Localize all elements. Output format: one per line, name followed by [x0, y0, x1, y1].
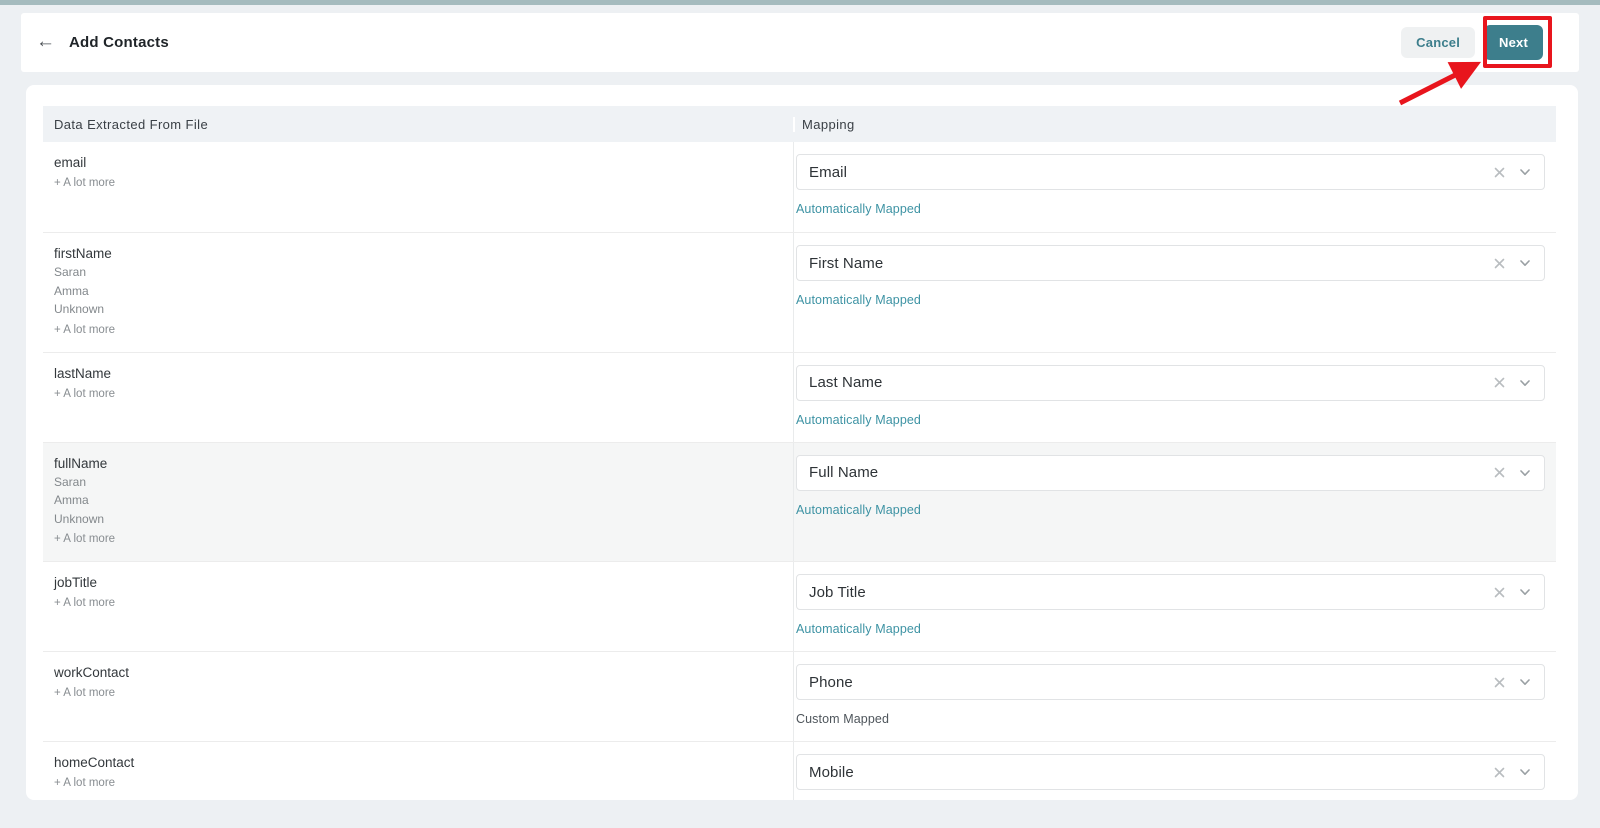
mapping-select-value: First Name: [809, 254, 884, 272]
mapping-status: Automatically Mapped: [796, 622, 921, 636]
mapping-select[interactable]: Email: [796, 154, 1545, 190]
mapping-select[interactable]: First Name: [796, 245, 1545, 281]
sample-value: Saran: [54, 474, 87, 489]
mapping-cell: Mobile Custom Mapped: [793, 742, 1556, 800]
more-values-link[interactable]: + A lot more: [54, 531, 793, 547]
data-extracted-cell: jobTitle + A lot more: [43, 562, 793, 651]
mapping-select[interactable]: Full Name: [796, 454, 1545, 491]
mapping-cell: First Name Automatically Mapped: [793, 233, 1556, 352]
table-header-row: Data Extracted From File Mapping: [43, 106, 1556, 142]
field-name: firstName: [54, 246, 112, 261]
sample-values: Saran Amma Unknown: [54, 474, 793, 529]
clear-icon[interactable]: [1493, 166, 1506, 179]
header-actions: Cancel Next: [1401, 25, 1543, 60]
more-values-link[interactable]: + A lot more: [54, 175, 793, 191]
chevron-down-icon[interactable]: [1518, 585, 1532, 599]
field-name: lastName: [54, 365, 112, 381]
table-row: firstName Saran Amma Unknown + A lot more …: [43, 232, 1556, 352]
clear-icon[interactable]: [1493, 257, 1506, 270]
mapping-status: Automatically Mapped: [796, 293, 921, 307]
data-extracted-cell: lastName + A lot more: [43, 353, 793, 442]
more-values-link[interactable]: + A lot more: [54, 595, 793, 611]
chevron-down-icon[interactable]: [1518, 466, 1532, 480]
table-row: workContact + A lot more Phone Custom Ma…: [43, 651, 1556, 741]
column-header-mapping: Mapping: [793, 116, 1556, 132]
field-name: email: [54, 155, 87, 170]
cancel-button[interactable]: Cancel: [1401, 27, 1476, 58]
clear-icon[interactable]: [1493, 766, 1506, 779]
mapping-status: Automatically Mapped: [796, 502, 921, 517]
mapping-table: Data Extracted From File Mapping email +…: [43, 106, 1556, 800]
mapping-select-value: Job Title: [809, 583, 866, 601]
mapping-status: Automatically Mapped: [796, 412, 921, 427]
mapping-select-value: Full Name: [809, 464, 879, 481]
data-extracted-cell: firstName Saran Amma Unknown + A lot more: [43, 233, 793, 352]
more-values-link[interactable]: + A lot more: [54, 386, 793, 402]
table-row: jobTitle + A lot more Job Title Automati…: [43, 561, 1556, 651]
clear-icon[interactable]: [1493, 376, 1506, 389]
chevron-down-icon[interactable]: [1518, 376, 1532, 390]
mapping-select-value: Phone: [809, 673, 853, 691]
sample-value: Amma: [54, 493, 89, 507]
mapping-select-value: Mobile: [809, 763, 854, 781]
table-row: email + A lot more Email Automatically M…: [43, 142, 1556, 232]
mapping-status: Custom Mapped: [796, 712, 890, 726]
data-extracted-cell: fullName Saran Amma Unknown + A lot more: [43, 443, 793, 562]
header-bar: ← Add Contacts Cancel Next: [21, 13, 1579, 72]
sample-values: Saran Amma Unknown: [54, 264, 793, 319]
next-button[interactable]: Next: [1484, 25, 1543, 60]
mapping-select[interactable]: Mobile: [796, 754, 1545, 790]
mapping-cell: Phone Custom Mapped: [793, 652, 1556, 741]
data-extracted-cell: homeContact + A lot more: [43, 742, 793, 800]
data-extracted-cell: workContact + A lot more: [43, 652, 793, 741]
back-arrow-icon[interactable]: ←: [36, 32, 55, 51]
mapping-select-value: Last Name: [809, 374, 883, 391]
chevron-down-icon[interactable]: [1518, 675, 1532, 689]
table-row: lastName + A lot more Last Name Automati…: [43, 351, 1556, 442]
top-accent-bar: [0, 0, 1600, 5]
mapping-select[interactable]: Last Name: [796, 364, 1545, 401]
table-row: fullName Saran Amma Unknown + A lot more F…: [43, 441, 1556, 562]
data-extracted-cell: email + A lot more: [43, 142, 793, 232]
sample-value: Unknown: [54, 302, 105, 316]
sample-value: Saran: [54, 265, 87, 279]
page-title: Add Contacts: [69, 34, 169, 51]
sample-value: Unknown: [54, 511, 105, 526]
field-name: homeContact: [54, 755, 135, 770]
chevron-down-icon[interactable]: [1518, 256, 1532, 270]
sample-value: Amma: [54, 283, 89, 298]
column-header-data-extracted: Data Extracted From File: [54, 116, 209, 132]
chevron-down-icon[interactable]: [1518, 165, 1532, 179]
mapping-select[interactable]: Job Title: [796, 574, 1545, 610]
mapping-cell: Email Automatically Mapped: [793, 142, 1556, 232]
field-name: workContact: [54, 665, 130, 680]
table-row: homeContact + A lot more Mobile Custom M…: [43, 741, 1556, 800]
field-name: fullName: [54, 455, 108, 471]
mapping-status: Automatically Mapped: [796, 202, 921, 216]
more-values-link[interactable]: + A lot more: [54, 322, 793, 338]
mapping-select-value: Email: [809, 163, 848, 181]
header-left: ← Add Contacts: [36, 32, 169, 52]
field-name: jobTitle: [54, 575, 98, 590]
mapping-cell: Job Title Automatically Mapped: [793, 562, 1556, 651]
clear-icon[interactable]: [1493, 466, 1506, 479]
clear-icon[interactable]: [1493, 676, 1506, 689]
more-values-link[interactable]: + A lot more: [54, 685, 793, 701]
mapping-cell: Last Name Automatically Mapped: [793, 352, 1556, 442]
clear-icon[interactable]: [1493, 586, 1506, 599]
chevron-down-icon[interactable]: [1518, 765, 1532, 779]
table-body: email + A lot more Email Automatically M…: [43, 142, 1556, 800]
mapping-select[interactable]: Phone: [796, 664, 1545, 700]
mapping-cell: Full Name Automatically Mapped: [793, 442, 1556, 561]
mapping-card: Data Extracted From File Mapping email +…: [26, 85, 1578, 800]
more-values-link[interactable]: + A lot more: [54, 775, 793, 791]
